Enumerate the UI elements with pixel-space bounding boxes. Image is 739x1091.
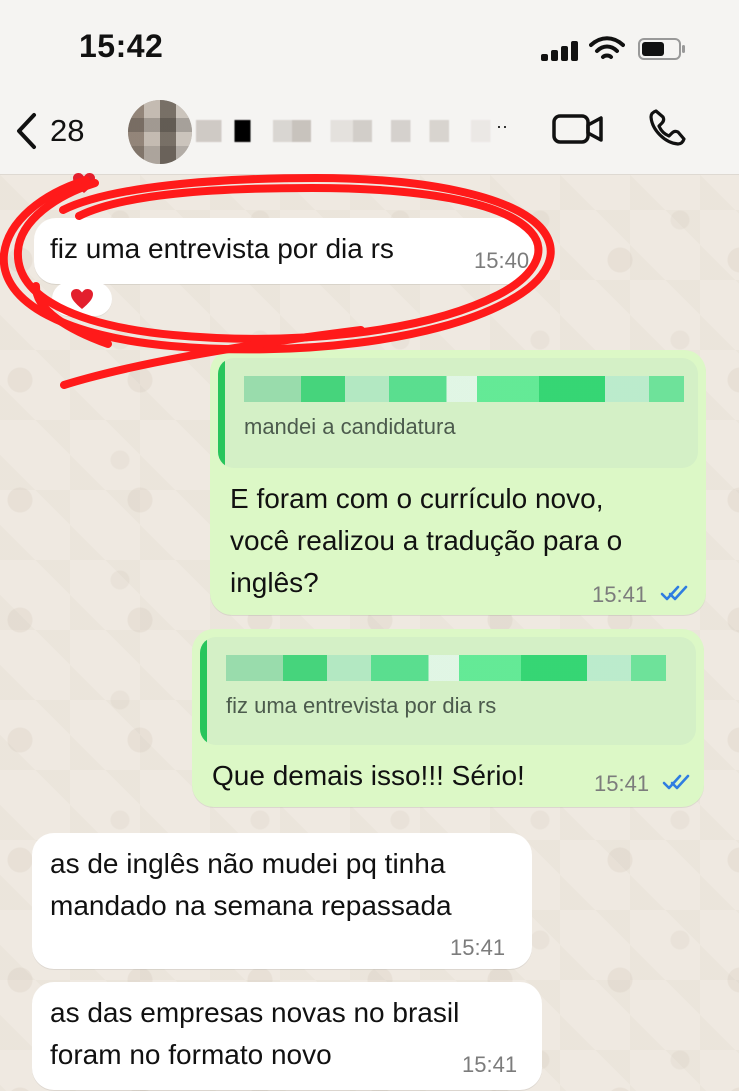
status-time: 15:42 (79, 28, 164, 64)
double-check-icon (662, 774, 690, 790)
heart-icon (71, 289, 93, 309)
message-time: 15:41 (462, 1052, 518, 1077)
incoming-message[interactable]: as das empresas novas no brasil foram no… (32, 982, 542, 1090)
contact-avatar[interactable] (128, 100, 192, 164)
quoted-message[interactable]: fiz uma entrevista por dia rs (200, 637, 696, 745)
contact-name[interactable]: ·· (196, 114, 526, 148)
message-text: as de inglês não mudei pq tinha mandado … (50, 848, 452, 921)
wifi-icon (589, 36, 625, 59)
message-time: 15:40 (474, 248, 530, 273)
chat-messages: fiz uma entrevista por dia rs 15:40 mand… (0, 173, 739, 1091)
whatsapp-chat-screen: { "status_bar": { "time": "15:42" }, "he… (0, 0, 739, 1091)
message-reaction[interactable] (52, 282, 112, 316)
battery-icon (638, 38, 685, 60)
incoming-message[interactable]: fiz uma entrevista por dia rs 15:40 (34, 218, 534, 284)
message-text: Que demais isso!!! Sério! (212, 760, 525, 791)
message-time: 15:41 (592, 582, 648, 607)
incoming-message[interactable]: as de inglês não mudei pq tinha mandado … (32, 833, 532, 969)
contact-name-ellipsis: ·· (496, 116, 508, 136)
message-time: 15:41 (450, 935, 506, 960)
message-reaction[interactable] (54, 166, 114, 200)
signal-icon (541, 39, 579, 61)
message-text: fiz uma entrevista por dia rs (50, 233, 394, 264)
chat-header: 28 ·· (0, 96, 739, 175)
message-time: 15:41 (594, 771, 650, 796)
quoted-author-redacted (244, 376, 684, 402)
phone-call-icon[interactable] (646, 107, 688, 149)
video-call-icon[interactable] (552, 112, 604, 146)
quoted-message[interactable]: mandei a candidatura (218, 358, 698, 468)
unread-count: 28 (50, 113, 85, 148)
outgoing-message[interactable]: mandei a candidatura E foram com o currí… (210, 350, 706, 615)
quoted-text: mandei a candidatura (244, 414, 456, 439)
chevron-left-icon (17, 113, 36, 149)
status-bar: 15:42 (0, 0, 739, 96)
outgoing-message[interactable]: fiz uma entrevista por dia rs Que demais… (192, 629, 704, 807)
back-button[interactable]: 28 (14, 110, 104, 152)
redacted-contact-name (196, 120, 516, 142)
quoted-text: fiz uma entrevista por dia rs (226, 693, 497, 718)
heart-icon (73, 173, 95, 193)
double-check-icon (660, 585, 688, 601)
quoted-author-redacted (226, 655, 666, 681)
